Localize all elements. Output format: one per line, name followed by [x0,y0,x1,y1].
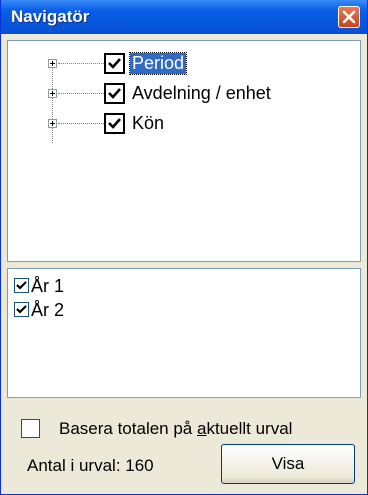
basera-checkbox[interactable] [21,419,40,438]
tree-item-avdelning[interactable]: Avdelning / enhet [8,79,358,107]
tree-item-label[interactable]: Period [128,52,188,75]
basera-label: Basera totalen på aktuellt urval [59,419,293,438]
tree-item-label[interactable]: Avdelning / enhet [130,83,273,104]
checkmark-icon [108,118,121,129]
list-item-label: År 1 [31,276,65,296]
checkmark-icon [108,58,121,69]
tree-checkbox-period[interactable] [104,53,125,74]
basera-option[interactable]: Basera totalen på aktuellt urval [21,418,351,442]
list-item-label: År 2 [31,300,65,320]
tree-item-label[interactable]: Kön [130,113,166,134]
title-bar[interactable]: Navigatör [1,0,367,34]
value-list[interactable]: År 1 År 2 [7,268,361,398]
navigator-window: Navigatör Period Avdelning / enhet Kön Å… [0,0,368,495]
dimension-tree[interactable]: Period Avdelning / enhet Kön [7,40,361,262]
tree-item-period[interactable]: Period [8,49,358,77]
list-item[interactable]: År 1 [14,275,214,297]
tree-connector-line [58,63,104,64]
tree-checkbox-kon[interactable] [104,113,125,134]
selection-count: Antal i urval: 160 [27,456,154,475]
checkmark-icon [16,305,27,314]
list-checkbox[interactable] [14,278,29,293]
expand-plus-icon[interactable] [48,59,57,68]
list-item[interactable]: År 2 [14,299,214,321]
expand-plus-icon[interactable] [48,89,57,98]
checkmark-icon [108,88,121,99]
expand-plus-icon[interactable] [48,119,57,128]
tree-item-kon[interactable]: Kön [8,109,358,137]
close-icon [342,10,356,24]
checkmark-icon [16,281,27,290]
close-button[interactable] [338,6,360,28]
tree-connector-line [58,93,104,94]
tree-connector-line [58,123,104,124]
list-checkbox[interactable] [14,302,29,317]
tree-checkbox-avdelning[interactable] [104,83,125,104]
visa-button[interactable]: Visa [221,444,355,484]
window-title: Navigatör [11,7,90,26]
